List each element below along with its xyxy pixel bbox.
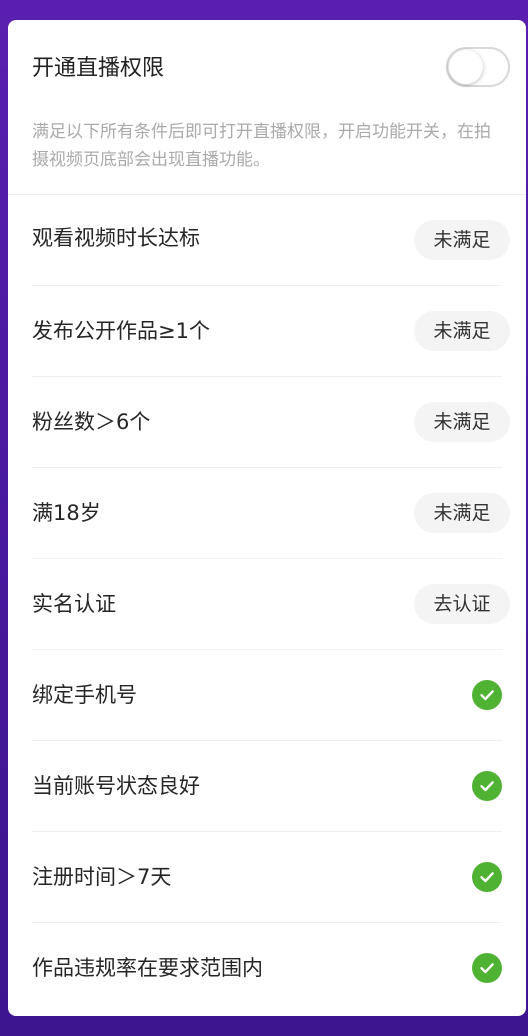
requirement-label: 当前账号状态良好 (32, 774, 200, 798)
requirement-row-real-name: 实名认证 去认证 (32, 559, 510, 650)
requirement-label: 满18岁 (32, 501, 101, 525)
status-pill-unmet[interactable]: 未满足 (414, 402, 510, 442)
requirement-row-publish-works: 发布公开作品≥1个 未满足 (32, 286, 510, 377)
requirement-label: 发布公开作品≥1个 (32, 319, 210, 343)
live-permission-card: 开通直播权限 满足以下所有条件后即可打开直播权限，开启功能开关，在拍摄视频页底部… (8, 20, 526, 1016)
requirement-row-age: 满18岁 未满足 (32, 468, 510, 559)
live-permission-header: 开通直播权限 满足以下所有条件后即可打开直播权限，开启功能开关，在拍摄视频页底部… (8, 20, 526, 195)
requirement-row-violation-rate: 作品违规率在要求范围内 (32, 923, 502, 1014)
check-circle-icon (472, 680, 502, 710)
permission-description: 满足以下所有条件后即可打开直播权限，开启功能开关，在拍摄视频页底部会出现直播功能… (32, 122, 491, 170)
requirement-label: 实名认证 (32, 592, 116, 616)
status-pill-unmet[interactable]: 未满足 (414, 220, 510, 260)
requirement-row-register-time: 注册时间＞7天 (32, 832, 502, 923)
live-permission-toggle[interactable] (446, 47, 510, 87)
requirement-row-followers: 粉丝数＞6个 未满足 (32, 377, 510, 468)
requirement-row-account-status: 当前账号状态良好 (32, 741, 502, 832)
toggle-knob (449, 50, 483, 84)
requirement-label: 绑定手机号 (32, 683, 137, 707)
requirement-row-watch-time: 观看视频时长达标 未满足 (32, 195, 510, 286)
status-pill-unmet[interactable]: 未满足 (414, 493, 510, 533)
requirements-list: 观看视频时长达标 未满足 发布公开作品≥1个 未满足 粉丝数＞6个 未满足 满1… (8, 195, 526, 1014)
requirement-label: 粉丝数＞6个 (32, 410, 151, 434)
requirement-label: 观看视频时长达标 (32, 226, 200, 250)
requirement-label: 注册时间＞7天 (32, 865, 172, 889)
requirement-label: 作品违规率在要求范围内 (32, 956, 263, 980)
status-pill-unmet[interactable]: 未满足 (414, 311, 510, 351)
check-circle-icon (472, 953, 502, 983)
page-title: 开通直播权限 (32, 56, 165, 81)
verify-button[interactable]: 去认证 (414, 584, 510, 624)
check-circle-icon (472, 771, 502, 801)
check-circle-icon (472, 862, 502, 892)
requirement-row-bind-phone: 绑定手机号 (32, 650, 502, 741)
